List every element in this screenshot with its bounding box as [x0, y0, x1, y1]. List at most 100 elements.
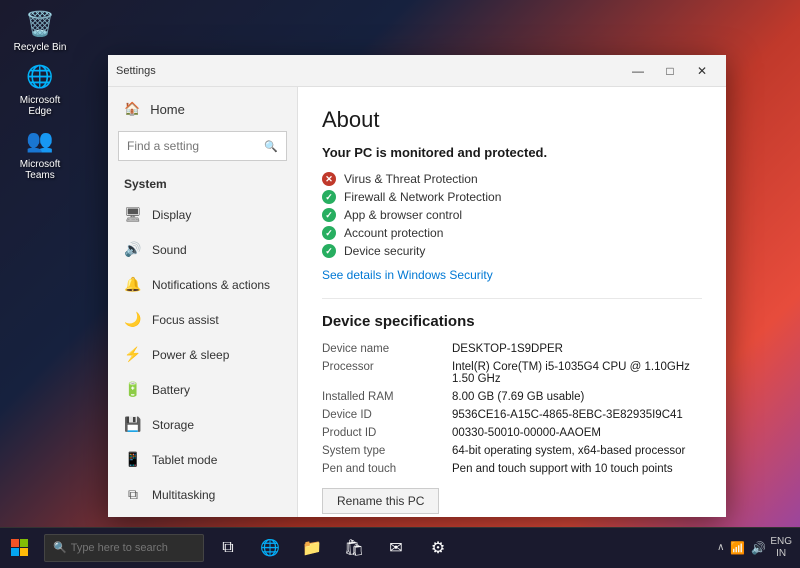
- see-details-link[interactable]: See details in Windows Security: [322, 268, 702, 282]
- desktop: 🗑️ Recycle Bin 🌐 Microsoft Edge 👥 Micros…: [0, 0, 800, 567]
- taskbar-volume-icon[interactable]: 🔊: [751, 541, 766, 555]
- spec-value-ram: 8.00 GB (7.69 GB usable): [452, 391, 702, 403]
- device-specs-table: Device name DESKTOP-1S9DPER Processor In…: [322, 340, 702, 478]
- page-title: About: [322, 107, 702, 133]
- edge-icon: 🌐: [24, 61, 56, 93]
- spec-value-product-id: 00330-50010-00000-AAOEM: [452, 427, 702, 439]
- taskbar-search-input[interactable]: [71, 542, 195, 554]
- tablet-label: Tablet mode: [152, 453, 217, 467]
- sidebar-item-display[interactable]: 🖥 Display: [108, 197, 297, 232]
- protection-item-virus: ✕ Virus & Threat Protection: [322, 170, 702, 188]
- sidebar-item-storage[interactable]: 💾 Storage: [108, 407, 297, 442]
- firewall-label: Firewall & Network Protection: [344, 190, 501, 204]
- settings-sidebar: 🏠 Home 🔍 System 🖥 Display 🔊 Sound: [108, 87, 298, 517]
- recycle-bin-label: Recycle Bin: [14, 42, 67, 53]
- taskbar-chevron-icon[interactable]: ∧: [717, 542, 724, 553]
- sidebar-item-shared[interactable]: ✖ Shared experiences: [108, 512, 297, 517]
- taskbar-search-icon: 🔍: [53, 541, 67, 554]
- spec-label-device-id: Device ID: [322, 409, 452, 421]
- taskbar-system-icons: ∧ 📶 🔊: [717, 541, 766, 555]
- search-icon: 🔍: [264, 140, 278, 153]
- spec-value-processor: Intel(R) Core(TM) i5-1035G4 CPU @ 1.10GH…: [452, 361, 702, 385]
- firewall-status-dot: ✓: [322, 190, 336, 204]
- spec-value-system-type: 64-bit operating system, x64-based proce…: [452, 445, 702, 457]
- taskbar-search-box[interactable]: 🔍: [44, 534, 204, 562]
- tablet-icon: 📱: [124, 451, 142, 468]
- sidebar-home[interactable]: 🏠 Home: [108, 91, 297, 127]
- window-title: Settings: [116, 65, 622, 77]
- taskbar-settings[interactable]: ⚙: [418, 528, 458, 568]
- protection-item-account: ✓ Account protection: [322, 224, 702, 242]
- window-titlebar: Settings — □ ✕: [108, 55, 726, 87]
- window-body: 🏠 Home 🔍 System 🖥 Display 🔊 Sound: [108, 87, 726, 517]
- home-icon: 🏠: [124, 101, 140, 117]
- sidebar-item-battery[interactable]: 🔋 Battery: [108, 372, 297, 407]
- sidebar-section-system: System: [108, 165, 297, 197]
- app-label: App & browser control: [344, 208, 462, 222]
- multitasking-icon: ⧉: [124, 486, 142, 503]
- app-status-dot: ✓: [322, 208, 336, 222]
- spec-value-pen: Pen and touch support with 10 touch poin…: [452, 463, 702, 475]
- protection-item-device: ✓ Device security: [322, 242, 702, 260]
- battery-icon: 🔋: [124, 381, 142, 398]
- spec-label-system-type: System type: [322, 445, 452, 457]
- recycle-bin-icon: 🗑️: [24, 8, 56, 40]
- sidebar-item-focus[interactable]: 🌙 Focus assist: [108, 302, 297, 337]
- close-button[interactable]: ✕: [686, 55, 718, 87]
- protection-list: ✕ Virus & Threat Protection ✓ Firewall &…: [322, 170, 702, 260]
- storage-label: Storage: [152, 418, 194, 432]
- account-status-dot: ✓: [322, 226, 336, 240]
- sidebar-search-box[interactable]: 🔍: [118, 131, 287, 161]
- power-label: Power & sleep: [152, 348, 229, 362]
- protection-banner: Your PC is monitored and protected.: [322, 145, 702, 160]
- sound-icon: 🔊: [124, 241, 142, 258]
- notifications-label: Notifications & actions: [152, 278, 270, 292]
- main-content: About Your PC is monitored and protected…: [298, 87, 726, 517]
- window-controls: — □ ✕: [622, 55, 718, 87]
- notifications-icon: 🔔: [124, 276, 142, 293]
- desktop-icons: 🗑️ Recycle Bin 🌐 Microsoft Edge 👥 Micros…: [8, 8, 72, 181]
- spec-value-device-id: 9536CE16-A15C-4865-8EBC-3E82935I9C41: [452, 409, 702, 421]
- sidebar-item-notifications[interactable]: 🔔 Notifications & actions: [108, 267, 297, 302]
- sidebar-search-input[interactable]: [127, 139, 264, 153]
- spec-row-processor: Processor Intel(R) Core(TM) i5-1035G4 CP…: [322, 358, 702, 388]
- display-label: Display: [152, 208, 191, 222]
- power-icon: ⚡: [124, 346, 142, 363]
- virus-status-dot: ✕: [322, 172, 336, 186]
- spec-row-system-type: System type 64-bit operating system, x64…: [322, 442, 702, 460]
- settings-window: Settings — □ ✕ 🏠 Home 🔍 System: [108, 55, 726, 517]
- start-button[interactable]: [0, 528, 40, 568]
- taskbar-network-icon[interactable]: 📶: [730, 541, 745, 555]
- protection-item-firewall: ✓ Firewall & Network Protection: [322, 188, 702, 206]
- device-status-dot: ✓: [322, 244, 336, 258]
- focus-label: Focus assist: [152, 313, 219, 327]
- sidebar-item-tablet[interactable]: 📱 Tablet mode: [108, 442, 297, 477]
- taskbar: 🔍 ⧉ 🌐 📁 🛍 ✉ ⚙ ∧ 📶 🔊 ENGIN: [0, 527, 800, 567]
- spec-row-pen: Pen and touch Pen and touch support with…: [322, 460, 702, 478]
- device-label: Device security: [344, 244, 425, 258]
- sidebar-item-power[interactable]: ⚡ Power & sleep: [108, 337, 297, 372]
- windows-logo-icon: [11, 539, 29, 557]
- maximize-button[interactable]: □: [654, 55, 686, 87]
- teams-label: Microsoft Teams: [8, 159, 72, 181]
- teams-icon: 👥: [24, 125, 56, 157]
- spec-row-product-id: Product ID 00330-50010-00000-AAOEM: [322, 424, 702, 442]
- rename-pc-button[interactable]: Rename this PC: [322, 488, 439, 514]
- desktop-icon-teams[interactable]: 👥 Microsoft Teams: [8, 125, 72, 181]
- taskbar-task-view[interactable]: ⧉: [208, 528, 248, 568]
- spec-label-product-id: Product ID: [322, 427, 452, 439]
- spec-label-pen: Pen and touch: [322, 463, 452, 475]
- storage-icon: 💾: [124, 416, 142, 433]
- taskbar-edge[interactable]: 🌐: [250, 528, 290, 568]
- desktop-icon-edge[interactable]: 🌐 Microsoft Edge: [8, 61, 72, 117]
- taskbar-store[interactable]: 🛍: [334, 528, 374, 568]
- taskbar-icons: ⧉ 🌐 📁 🛍 ✉ ⚙: [208, 528, 458, 568]
- taskbar-mail[interactable]: ✉: [376, 528, 416, 568]
- spec-row-device-name: Device name DESKTOP-1S9DPER: [322, 340, 702, 358]
- spec-row-device-id: Device ID 9536CE16-A15C-4865-8EBC-3E8293…: [322, 406, 702, 424]
- sidebar-item-sound[interactable]: 🔊 Sound: [108, 232, 297, 267]
- minimize-button[interactable]: —: [622, 55, 654, 87]
- sidebar-item-multitasking[interactable]: ⧉ Multitasking: [108, 477, 297, 512]
- taskbar-explorer[interactable]: 📁: [292, 528, 332, 568]
- desktop-icon-recycle-bin[interactable]: 🗑️ Recycle Bin: [8, 8, 72, 53]
